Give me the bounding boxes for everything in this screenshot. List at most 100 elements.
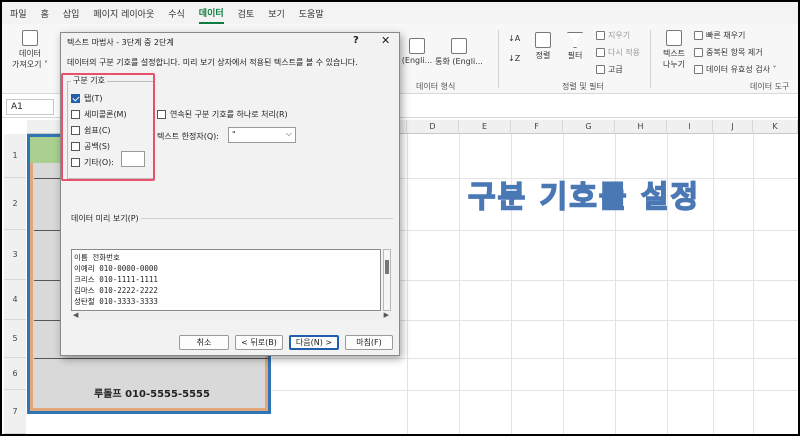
row-header-4[interactable]: 4 xyxy=(4,280,26,320)
tab-insert[interactable]: 삽입 xyxy=(63,4,80,23)
row-header-1[interactable]: 1 xyxy=(4,134,26,178)
tab-data[interactable]: 데이터 xyxy=(198,3,224,24)
filter-label: 필터 xyxy=(567,51,583,60)
excel-window: 파일 홈 삽입 페이지 레이아웃 수식 데이터 검토 보기 도움말 데이터 가져… xyxy=(2,2,798,434)
advanced-filter-icon xyxy=(596,65,605,74)
row-header-5[interactable]: 5 xyxy=(4,320,26,358)
row-header-2[interactable]: 2 xyxy=(4,178,26,230)
advanced-button[interactable]: 고급 xyxy=(596,64,623,75)
preview-row: 크리스 010-1111-1111 xyxy=(74,275,158,284)
grid-line xyxy=(753,134,754,434)
clear-label: 지우기 xyxy=(608,31,631,40)
text-to-columns-button[interactable]: 텍스트 나누기 xyxy=(658,30,690,70)
database-icon xyxy=(22,30,38,46)
next-button[interactable]: 다음(N) > xyxy=(289,335,339,350)
preview-row: 이예리 010-0000-0000 xyxy=(74,264,158,273)
checkbox-icon xyxy=(157,110,166,119)
scroll-right-icon[interactable]: ▶ xyxy=(384,311,389,319)
row-header-3[interactable]: 3 xyxy=(4,230,26,280)
data-preview[interactable]: 이름 전화번호 이예리 010-0000-0000 크리스 010-1111-1… xyxy=(71,249,381,311)
sort-desc-icon: ↓Z xyxy=(508,54,521,63)
data-validation-button[interactable]: 데이터 유효성 검사 ˅ xyxy=(694,64,777,75)
column-header-j[interactable]: J xyxy=(713,120,753,134)
row-header-6[interactable]: 6 xyxy=(4,358,26,390)
flash-fill-label: 빠른 채우기 xyxy=(706,31,746,40)
reapply-icon xyxy=(596,48,605,57)
stocks-label: (Engli... xyxy=(401,56,433,65)
text-qualifier-label: 텍스트 한정자(Q): xyxy=(157,132,219,141)
preview-vertical-scrollbar[interactable] xyxy=(383,249,391,311)
grid-line xyxy=(272,390,798,391)
chevron-down-icon: ⌵ xyxy=(285,129,292,138)
text-qualifier-select[interactable]: " ⌵ xyxy=(228,127,296,143)
ribbon-tabs: 파일 홈 삽입 페이지 레이아웃 수식 데이터 검토 보기 도움말 xyxy=(2,2,798,24)
name-box[interactable]: A1 xyxy=(6,99,54,115)
stocks-icon xyxy=(409,38,425,54)
tab-view[interactable]: 보기 xyxy=(268,4,285,23)
consecutive-delimiter-checkbox[interactable]: 연속된 구분 기호를 하나로 처리(R) xyxy=(157,109,288,120)
help-icon[interactable]: ? xyxy=(353,35,359,46)
preview-divider xyxy=(141,218,393,219)
dialog-title: 텍스트 마법사 - 3단계 중 2단계 xyxy=(67,38,174,47)
column-header-h[interactable]: H xyxy=(615,120,667,134)
data-validation-label: 데이터 유효성 검사 ˅ xyxy=(706,65,777,74)
text-import-wizard-dialog: 텍스트 마법사 - 3단계 중 2단계 ? ✕ 데이터의 구분 기호를 설정합니… xyxy=(60,32,400,356)
back-button[interactable]: < 뒤로(B) xyxy=(235,335,283,350)
data-tools-group-label: 데이터 도구 xyxy=(750,82,790,91)
preview-horizontal-scrollbar[interactable]: ◀ ▶ xyxy=(71,311,391,320)
close-icon[interactable]: ✕ xyxy=(381,34,390,47)
finish-button[interactable]: 마침(F) xyxy=(345,335,393,350)
remove-duplicates-label: 중복된 항목 제거 xyxy=(706,48,763,57)
sort-asc-icon: ↓A xyxy=(508,34,521,43)
reapply-button[interactable]: 다시 적용 xyxy=(596,47,640,58)
text-qualifier-value: " xyxy=(232,130,236,139)
reapply-label: 다시 적용 xyxy=(608,48,640,57)
cancel-button[interactable]: 취소 xyxy=(179,335,229,350)
column-header-g[interactable]: G xyxy=(563,120,615,134)
sort-desc-button[interactable]: ↓Z xyxy=(508,54,520,63)
cell-a7[interactable]: 루돌프 010-5555-5555 xyxy=(34,385,270,400)
tab-formulas[interactable]: 수식 xyxy=(168,4,185,23)
column-header-i[interactable]: I xyxy=(667,120,713,134)
grid-line xyxy=(272,358,798,359)
tab-home[interactable]: 홈 xyxy=(41,4,49,23)
consecutive-delimiter-label: 연속된 구분 기호를 하나로 처리(R) xyxy=(170,110,288,119)
preview-label: 데이터 미리 보기(P) xyxy=(71,214,139,223)
scrollbar-thumb[interactable] xyxy=(385,260,389,274)
dialog-description: 데이터의 구분 기호를 설정합니다. 미리 보기 상자에서 적용된 텍스트를 볼… xyxy=(67,58,358,67)
row-header-7[interactable]: 7 xyxy=(4,390,26,434)
text-to-columns-label-2: 나누기 xyxy=(662,60,686,69)
flash-fill-button[interactable]: 빠른 채우기 xyxy=(694,30,745,41)
tab-help[interactable]: 도움말 xyxy=(299,4,324,23)
scroll-left-icon[interactable]: ◀ xyxy=(73,311,78,319)
column-header-d[interactable]: D xyxy=(407,120,459,134)
currency-icon xyxy=(451,38,467,54)
currency-button[interactable]: 통화 (Engli... xyxy=(434,38,484,67)
tab-review[interactable]: 검토 xyxy=(238,4,255,23)
stocks-button[interactable]: (Engli... xyxy=(400,38,434,65)
get-data-label-1: 데이터 xyxy=(18,49,42,58)
sort-asc-button[interactable]: ↓A xyxy=(508,34,520,43)
sort-filter-group-label: 정렬 및 필터 xyxy=(562,82,604,91)
preview-row: 김마스 010-2222-2222 xyxy=(74,286,158,295)
grid-line xyxy=(713,134,714,434)
highlight-box xyxy=(61,73,155,181)
grid-line xyxy=(459,134,460,434)
currency-label: 통화 (Engli... xyxy=(435,57,483,66)
column-header-e[interactable]: E xyxy=(459,120,511,134)
text-to-columns-icon xyxy=(666,30,682,46)
sort-button[interactable]: 정렬 xyxy=(530,32,556,61)
remove-duplicates-button[interactable]: 중복된 항목 제거 xyxy=(694,47,763,58)
tab-page-layout[interactable]: 페이지 레이아웃 xyxy=(93,4,154,23)
get-data-button[interactable]: 데이터 가져오기 ˅ xyxy=(8,30,52,70)
sort-label: 정렬 xyxy=(535,51,551,60)
clear-button[interactable]: 지우기 xyxy=(596,30,630,41)
filter-button[interactable]: 필터 xyxy=(562,32,588,61)
column-header-k[interactable]: K xyxy=(753,120,798,134)
grid-line xyxy=(407,134,408,434)
column-header-f[interactable]: F xyxy=(511,120,563,134)
clear-icon xyxy=(596,31,605,40)
tab-file[interactable]: 파일 xyxy=(10,4,27,23)
remove-duplicates-icon xyxy=(694,48,703,57)
ribbon-separator xyxy=(498,30,499,88)
